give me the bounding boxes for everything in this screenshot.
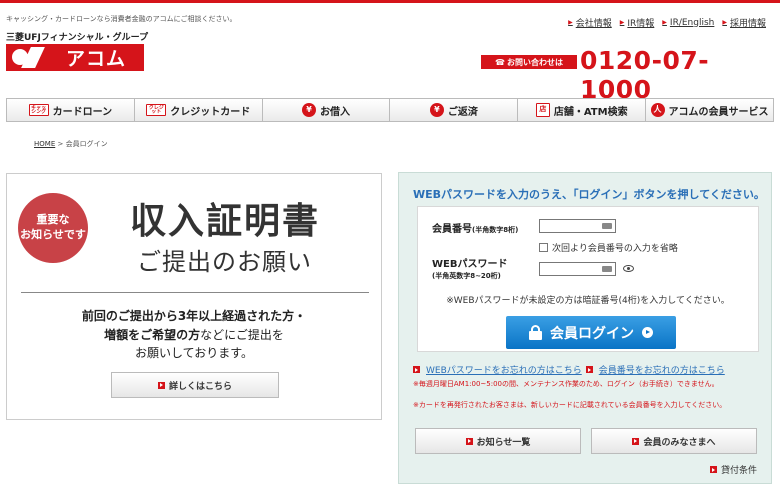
nav-card-loan[interactable]: キャッシング カードローン [7, 99, 135, 121]
top-accent-bar [0, 0, 780, 3]
yen-return-icon: ¥ [429, 103, 444, 117]
notice-divider [21, 292, 369, 293]
arrow-square-icon [632, 437, 640, 445]
notice-body: 前回のご提出から3年以上経過された方・ 増額をご希望の方などにご提出を お願いし… [81, 309, 307, 361]
nav-credit-card[interactable]: クレジット クレジットカード [134, 99, 263, 121]
link-company-info[interactable]: ▶ 会社情報 [568, 16, 612, 29]
arrow-square-icon [465, 437, 473, 445]
web-password-label: WEBパスワード (半角英数字8~20桁) [432, 259, 508, 280]
login-panel: WEBパスワードを入力のうえ、「ログイン」ボタンを押してください。 会員番号(半… [398, 172, 772, 484]
credit-card-icon: クレジット [146, 104, 167, 116]
password-note: ※WEBパスワードが未設定の方は暗証番号(4桁)を入力してください。 [446, 296, 730, 306]
breadcrumb: HOME > 会員ログイン [34, 139, 108, 149]
income-certificate-notice: 重要な お知らせです 収入証明書 ご提出のお願い 前回のご提出から3年以上経過さ… [6, 173, 382, 420]
member-number-label: 会員番号(半角数字8桁) [432, 224, 519, 235]
breadcrumb-home[interactable]: HOME [34, 140, 55, 148]
group-name: 三菱UFJフィナンシャル・グループ [6, 33, 149, 43]
site-tagline: キャッシング・カードローンなら消費者金融のアコムにご相談ください。 [6, 15, 237, 23]
maintenance-warning: ※毎週月曜日AM1:00~5:00の間、メンテナンス作業のため、ログイン（お手続… [413, 380, 719, 388]
checkbox-box[interactable] [539, 243, 548, 252]
lock-icon [529, 325, 542, 340]
notice-detail-button[interactable]: 詳しくはこちら [111, 372, 279, 398]
triangle-icon: ▶ [722, 19, 727, 26]
arrow-square-icon [709, 466, 717, 473]
header-links: ▶ 会社情報 ▶ IR情報 ▶ IR/English ▶ 採用情報 [568, 16, 766, 30]
forgot-password-link[interactable]: WEBパスワードをお忘れの方はこちら [426, 363, 582, 376]
loan-terms-link[interactable]: 貸付条件 [709, 463, 757, 476]
store-icon: 店 [535, 103, 550, 117]
arrow-circle-icon [642, 327, 653, 338]
yen-coin-icon: ¥ [302, 103, 317, 117]
forgot-member-number-link[interactable]: 会員番号をお忘れの方はこちら [599, 363, 725, 376]
nav-store-atm[interactable]: 店 店舗・ATM検索 [518, 99, 647, 121]
person-icon: 人 [650, 103, 665, 117]
web-password-input[interactable] [539, 262, 616, 276]
login-form: 会員番号(半角数字8桁) 次回より会員番号の入力を省略 WEBパスワード (半角… [417, 206, 759, 352]
news-list-button[interactable]: お知らせ一覧 [415, 428, 581, 454]
acom-logo[interactable]: アコム [6, 44, 144, 71]
triangle-icon: ▶ [568, 19, 573, 26]
contact-label: ☎ お問い合わせは [481, 55, 577, 69]
nav-repayment[interactable]: ¥ ご返済 [390, 99, 519, 121]
link-ir-info[interactable]: ▶ IR情報 [620, 16, 655, 29]
link-ir-english[interactable]: ▶ IR/English [662, 16, 714, 29]
nav-borrowing[interactable]: ¥ お借入 [262, 99, 391, 121]
reissue-warning: ※カードを再発行されたお客さまは、新しいカードに記載されている会員番号を入力して… [413, 401, 727, 409]
forgot-links: WEBパスワードをお忘れの方はこちら 会員番号をお忘れの方はこちら [413, 363, 725, 376]
logo-text: アコム [66, 48, 127, 70]
remember-member-checkbox[interactable]: 次回より会員番号の入力を省略 [539, 241, 678, 254]
for-members-button[interactable]: 会員のみなさまへ [591, 428, 757, 454]
nav-member-service[interactable]: 人 アコムの会員サービス [646, 99, 773, 121]
breadcrumb-current: 会員ログイン [65, 140, 108, 148]
notice-subtitle: ご提出のお願い [137, 248, 312, 276]
global-nav: キャッシング カードローン クレジット クレジットカード ¥ お借入 ¥ ご返済… [6, 98, 774, 122]
eye-icon[interactable] [623, 265, 634, 272]
login-heading: WEBパスワードを入力のうえ、「ログイン」ボタンを押してください。 [413, 188, 765, 201]
link-recruit[interactable]: ▶ 採用情報 [722, 16, 766, 29]
arrow-square-icon [413, 366, 420, 373]
arrow-square-icon [585, 366, 593, 373]
card-icon: キャッシング [28, 104, 49, 116]
phone-number[interactable]: 0120-07-1000 [580, 46, 780, 104]
member-number-input[interactable] [539, 219, 616, 233]
triangle-icon: ▶ [619, 19, 625, 26]
member-login-button[interactable]: 会員ログイン [506, 316, 676, 349]
acom-mark-icon [6, 44, 44, 71]
arrow-square-icon [157, 381, 165, 389]
notice-title: 収入証明書 [130, 201, 321, 242]
breadcrumb-separator: > [57, 140, 64, 148]
important-badge: 重要な お知らせです [18, 193, 88, 263]
phone-icon: ☎ [495, 57, 505, 67]
triangle-icon: ▶ [662, 19, 667, 26]
